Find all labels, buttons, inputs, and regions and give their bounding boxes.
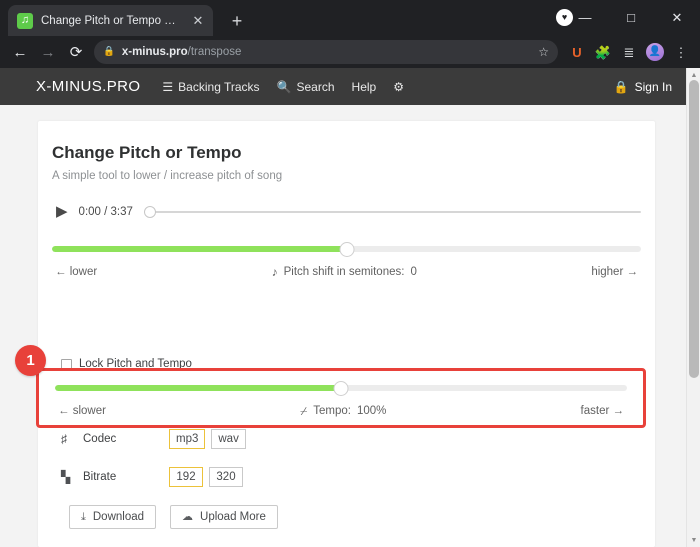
nav-help[interactable]: Help (352, 80, 377, 94)
upload-more-label: Upload More (200, 511, 266, 523)
download-button[interactable]: ⤓ Download (69, 505, 157, 529)
seek-thumb[interactable] (143, 205, 156, 218)
download-icon: ⤓ (81, 510, 86, 523)
site-logo[interactable]: X-MINUS.PRO (36, 78, 140, 95)
url-host: x-minus.pro (121, 46, 188, 58)
scroll-down-icon[interactable]: ▼ (687, 533, 700, 547)
seek-track (143, 210, 641, 213)
nav-backing-tracks-label: Backing Tracks (178, 79, 260, 94)
nav-search[interactable]: 🔍 Search (277, 80, 335, 94)
tempo-slider[interactable] (55, 380, 627, 396)
pitch-value: 0 (410, 266, 417, 278)
page-subtitle: A simple tool to lower / increase pitch … (52, 170, 283, 182)
tab-title: Change Pitch or Tempo Online (41, 14, 181, 27)
site-header: X-MINUS.PRO ☰ Backing Tracks 🔍 Search He… (0, 68, 700, 105)
back-icon[interactable]: ← (6, 38, 34, 66)
codec-row: ♯ Codec mp3 wav (61, 429, 641, 449)
bitrate-label: Bitrate (83, 471, 117, 483)
u-extension-icon[interactable]: U (564, 39, 590, 65)
browser-window: ♫ Change Pitch or Tempo Online ✕ + ♥ — □… (0, 0, 700, 547)
pitch-higher-label: higher → (591, 266, 638, 278)
tempo-value-group: ⌿ Tempo: 100% (300, 405, 386, 417)
nav-backing-tracks[interactable]: ☰ Backing Tracks (162, 80, 259, 94)
address-bar[interactable]: 🔒 x-minus.pro/transpose ☆ (94, 40, 558, 64)
download-label: Download (92, 511, 145, 523)
annotation-badge-1: 1 (15, 345, 46, 376)
speedometer-icon: ⌿ (300, 404, 308, 418)
lock-icon: 🔒 (103, 46, 115, 58)
music-note-icon: ♯ (61, 432, 67, 446)
tempo-center-label: Tempo: (313, 405, 351, 417)
window-controls: — □ ✕ (562, 0, 700, 34)
avatar-circle: 👤 (646, 43, 664, 61)
codec-option-mp3[interactable]: mp3 (169, 429, 206, 449)
page-viewport: X-MINUS.PRO ☰ Backing Tracks 🔍 Search He… (0, 68, 700, 547)
nav-help-label: Help (351, 79, 377, 94)
tempo-faster-label: faster → (580, 405, 624, 417)
reload-icon[interactable]: ⟳ (62, 38, 90, 66)
window-close-button[interactable]: ✕ (654, 0, 700, 34)
music-note-icon: ♫ (17, 12, 33, 29)
pitch-labels: ← lower ♪ Pitch shift in semitones: 0 hi… (52, 266, 641, 278)
pitch-lower-label: ← lower (55, 266, 98, 278)
hamburger-icon: ☰ (162, 79, 174, 94)
bitrate-option-192[interactable]: 192 (169, 467, 203, 487)
browser-tab[interactable]: ♫ Change Pitch or Tempo Online ✕ (8, 5, 213, 36)
url-path: /transpose (187, 46, 242, 58)
browser-toolbar: ← → ⟳ 🔒 x-minus.pro/transpose ☆ U 🧩 ≣ 👤 … (0, 36, 700, 68)
padlock-icon: 🔒 (613, 79, 629, 94)
codec-label: Codec (83, 433, 117, 445)
bookmark-star-icon[interactable]: ☆ (538, 46, 549, 58)
pitch-slider[interactable] (52, 241, 641, 257)
play-icon[interactable]: ▶ (56, 204, 68, 219)
tool-card: Change Pitch or Tempo A simple tool to l… (38, 121, 655, 547)
gear-icon: ⚙ (393, 79, 404, 94)
audio-player: ▶ 0:00 / 3:37 (52, 204, 641, 219)
tempo-slider-fill (55, 385, 341, 391)
pitch-value-group: ♪ Pitch shift in semitones: 0 (272, 266, 417, 278)
page-scrollbar[interactable]: ▲ ▼ (686, 68, 700, 547)
action-buttons: ⤓ Download ☁ Upload More (52, 505, 641, 529)
sign-in-label: Sign In (634, 79, 672, 94)
tempo-control-highlighted: ← slower ⌿ Tempo: 100% faster → (36, 368, 646, 428)
minimize-button[interactable]: — (562, 0, 608, 34)
forward-icon[interactable]: → (34, 38, 62, 66)
tempo-value: 100% (356, 405, 387, 417)
pitch-slider-fill (52, 246, 347, 252)
pitch-center-label: Pitch shift in semitones: (283, 266, 405, 278)
bitrate-choices: 192 320 (169, 467, 249, 487)
codec-choices: mp3 wav (169, 429, 252, 449)
tempo-slider-thumb[interactable] (333, 380, 349, 396)
bitrate-option-320[interactable]: 320 (209, 467, 243, 487)
bitrate-row: ▚ Bitrate 192 320 (61, 467, 641, 487)
codec-option-wav[interactable]: wav (211, 429, 246, 449)
cloud-upload-icon: ☁ (182, 510, 194, 523)
tempo-slower-label: ← slower (58, 405, 106, 417)
url-text: x-minus.pro/transpose (122, 46, 531, 58)
nav-settings[interactable]: ⚙ (393, 81, 404, 93)
reading-list-icon[interactable]: ≣ (616, 39, 642, 65)
player-time: 0:00 / 3:37 (78, 205, 133, 218)
sign-in-button[interactable]: 🔒 Sign In (614, 80, 672, 94)
search-icon: 🔍 (276, 79, 292, 94)
puzzle-extensions-icon[interactable]: 🧩 (590, 39, 616, 65)
pitch-control: ← lower ♪ Pitch shift in semitones: 0 hi… (52, 241, 641, 278)
upload-more-button[interactable]: ☁ Upload More (170, 505, 278, 529)
browser-menu-icon[interactable]: ⋮ (668, 39, 694, 65)
close-icon[interactable]: ✕ (189, 12, 207, 30)
scrollbar-thumb[interactable] (689, 80, 699, 378)
tab-strip: ♫ Change Pitch or Tempo Online ✕ + ♥ — □… (0, 0, 700, 36)
tempo-labels: ← slower ⌿ Tempo: 100% faster → (55, 405, 627, 417)
tempo-spacer (52, 296, 641, 358)
new-tab-button[interactable]: + (225, 9, 249, 33)
note-icon: ♪ (271, 265, 278, 279)
pitch-slider-thumb[interactable] (339, 241, 354, 257)
avatar[interactable]: 👤 (642, 39, 668, 65)
page-title: Change Pitch or Tempo (52, 143, 242, 162)
seek-slider[interactable] (143, 205, 641, 219)
nav-search-label: Search (296, 79, 335, 94)
bar-chart-icon: ▚ (61, 470, 71, 484)
maximize-button[interactable]: □ (608, 0, 654, 34)
